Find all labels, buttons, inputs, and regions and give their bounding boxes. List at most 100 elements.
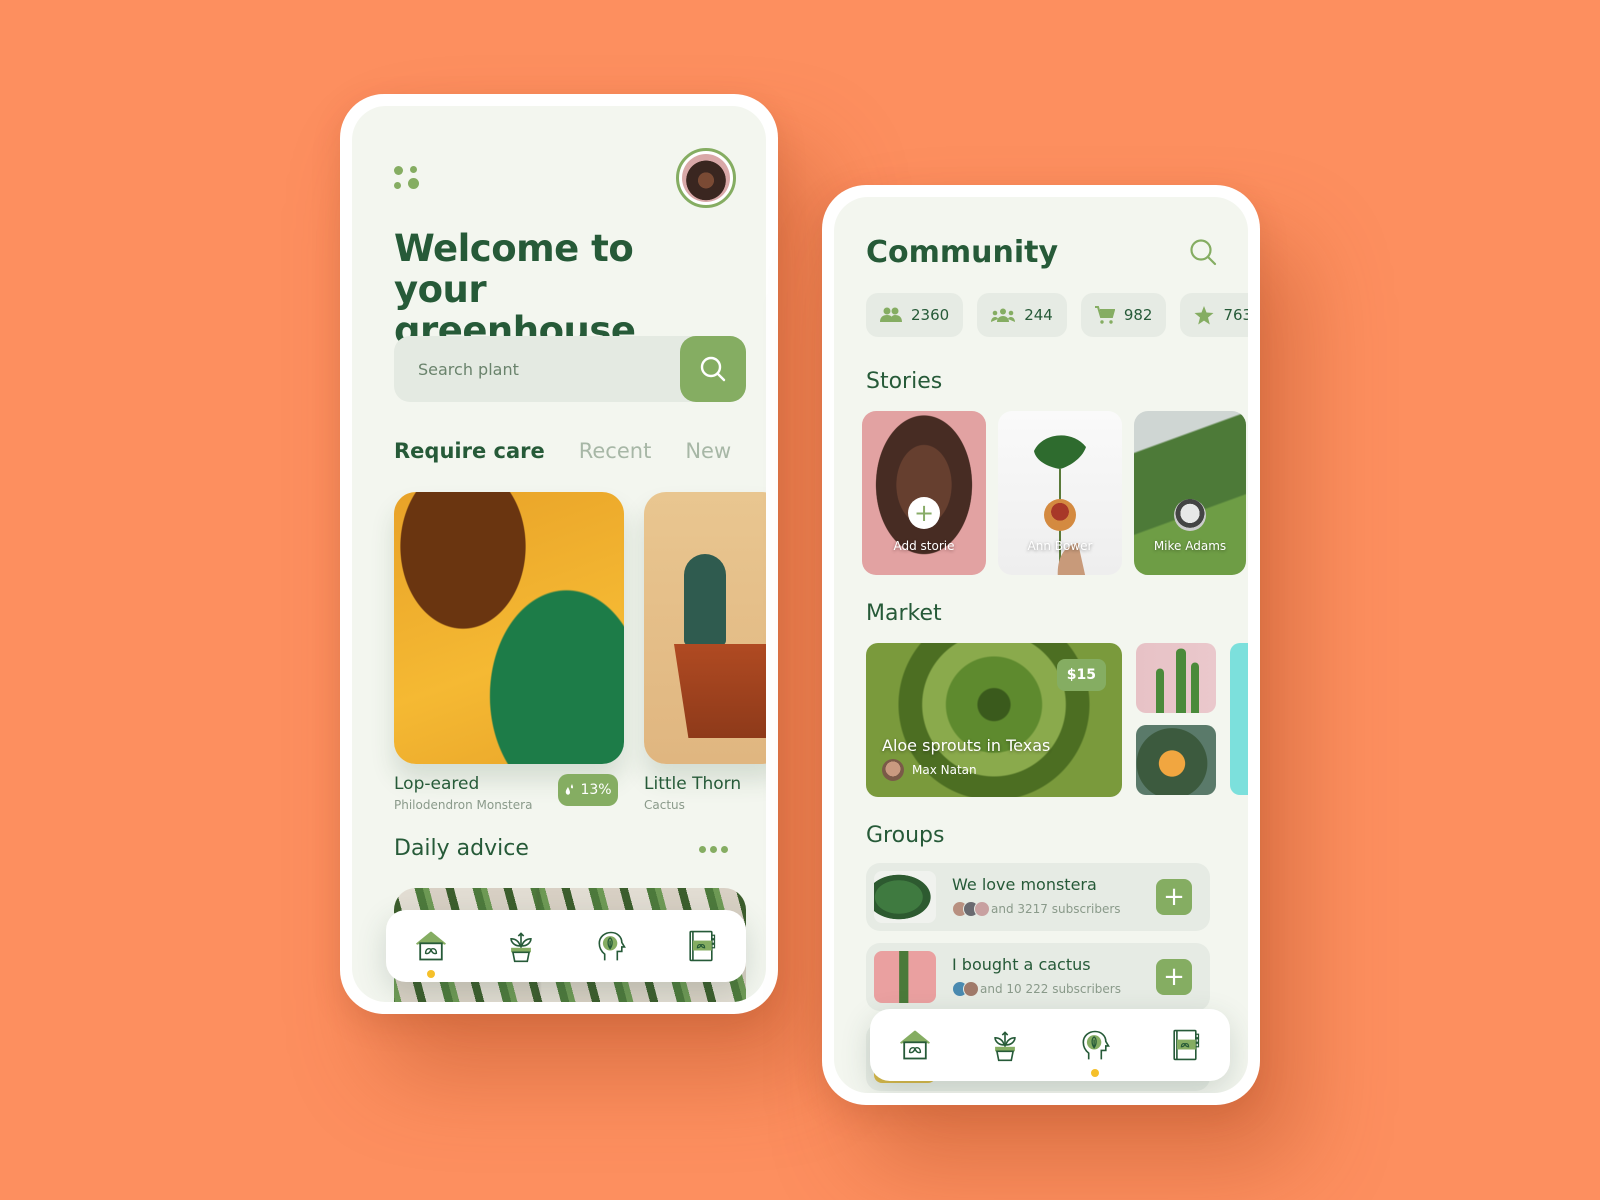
story-ann-bower[interactable]: Ann Bower [998, 411, 1122, 575]
greenhouse-icon [413, 928, 449, 964]
stories-row: + Add storie Ann Bower Mike Adams [862, 411, 1246, 575]
nav-plants[interactable] [499, 924, 543, 968]
bottom-nav [870, 1009, 1230, 1081]
bottom-nav [386, 910, 746, 982]
nav-community[interactable] [1073, 1023, 1117, 1077]
market-item-more[interactable] [1230, 643, 1248, 795]
community-phone: Community 2360 244 982 763 Stories + Add… [822, 185, 1260, 1105]
active-indicator [427, 970, 435, 978]
plant-journal-icon [683, 928, 719, 964]
story-avatar [1044, 499, 1076, 531]
stat-favorites[interactable]: 763 [1180, 293, 1248, 337]
nav-plants[interactable] [983, 1023, 1027, 1067]
nav-home[interactable] [409, 924, 453, 978]
group-name: I bought a cactus [952, 955, 1091, 974]
page-title: Welcome to your greenhouse [394, 227, 636, 352]
group-thumbnail [874, 951, 936, 1003]
plant-species: Cactus [644, 798, 685, 812]
plant-card-lop-eared[interactable] [394, 492, 624, 764]
search-bar [394, 336, 746, 402]
head-leaf-icon [1077, 1027, 1113, 1063]
search-icon [1190, 239, 1217, 266]
potted-plant-icon [987, 1027, 1023, 1063]
market-seller: Max Natan [882, 759, 977, 781]
stat-value: 763 [1223, 306, 1248, 324]
community-screen: Community 2360 244 982 763 Stories + Add… [834, 197, 1248, 1093]
nav-home[interactable] [893, 1023, 937, 1067]
star-icon [1194, 305, 1214, 324]
groups-heading: Groups [866, 823, 945, 848]
greenhouse-icon [897, 1027, 933, 1063]
market-heading: Market [866, 601, 942, 626]
stat-groups[interactable]: 244 [977, 293, 1067, 337]
tab-require-care[interactable]: Require care [394, 439, 545, 463]
price-badge: $15 [1056, 659, 1106, 691]
home-phone: Welcome to your greenhouse Require care … [340, 94, 778, 1014]
group-name: We love monstera [952, 875, 1097, 894]
nav-journal[interactable] [1163, 1023, 1207, 1067]
group-thumbnail [874, 871, 936, 923]
page-title: Community [866, 235, 1059, 270]
stat-value: 982 [1123, 306, 1153, 324]
join-group-button[interactable]: + [1156, 879, 1192, 915]
stories-heading: Stories [866, 369, 943, 394]
daily-advice-heading: Daily advice [394, 836, 529, 861]
search-input[interactable] [394, 336, 674, 402]
stat-value: 2360 [911, 306, 950, 324]
group-item[interactable]: We love monstera and 3217 subscribers + [866, 863, 1210, 931]
subscriber-avatars [952, 981, 979, 997]
stat-members[interactable]: 2360 [866, 293, 964, 337]
cart-icon [1094, 306, 1115, 324]
cactus-image [1156, 648, 1199, 713]
active-indicator [1091, 1069, 1099, 1077]
cactus-image [684, 554, 726, 646]
stat-market[interactable]: 982 [1080, 293, 1167, 337]
market-item-title: Aloe sprouts in Texas [882, 736, 1051, 755]
user-avatar[interactable] [676, 148, 736, 208]
plant-card-little-thorn[interactable] [644, 492, 766, 764]
avatar-image [682, 154, 730, 202]
story-mike-adams[interactable]: Mike Adams [1134, 411, 1246, 575]
home-screen: Welcome to your greenhouse Require care … [352, 106, 766, 1002]
community-stats: 2360 244 982 763 [866, 293, 1248, 337]
group-subscribers: and 3217 subscribers [952, 901, 1121, 917]
nav-community[interactable] [589, 924, 633, 968]
water-level-badge: 13% [558, 774, 618, 806]
plant-species: Philodendron Monstera [394, 798, 533, 812]
group-subscribers: and 10 222 subscribers [952, 981, 1121, 997]
market-item-flower[interactable] [1136, 725, 1216, 795]
water-drop-icon [566, 784, 574, 795]
subscriber-count: and 3217 subscribers [991, 902, 1121, 916]
story-label: Mike Adams [1153, 539, 1227, 553]
search-icon [700, 356, 726, 382]
more-options-icon[interactable] [699, 846, 728, 853]
plant-tabs: Require care Recent New [394, 439, 731, 463]
nav-journal[interactable] [679, 924, 723, 968]
group-icon [991, 308, 1016, 322]
users-icon [880, 307, 902, 322]
seller-name: Max Natan [912, 763, 977, 777]
water-level-value: 13% [580, 782, 612, 798]
market-item-cactus[interactable] [1136, 643, 1216, 713]
search-button[interactable] [1188, 237, 1218, 271]
tab-recent[interactable]: Recent [579, 439, 652, 463]
subscriber-count: and 10 222 subscribers [980, 982, 1121, 996]
plant-name: Lop-eared [394, 774, 480, 794]
story-label: Ann Bower [1027, 539, 1093, 553]
pot-image [674, 644, 766, 738]
story-label: Add storie [893, 539, 955, 553]
tab-new[interactable]: New [685, 439, 731, 463]
market-item-main[interactable]: $15 Aloe sprouts in Texas Max Natan [866, 643, 1122, 797]
story-avatar [1174, 499, 1206, 531]
join-group-button[interactable]: + [1156, 959, 1192, 995]
seller-avatar [882, 759, 904, 781]
search-button[interactable] [680, 336, 746, 402]
stat-value: 244 [1024, 306, 1053, 324]
group-item[interactable]: I bought a cactus and 10 222 subscribers… [866, 943, 1210, 1011]
subscriber-avatars [952, 901, 990, 917]
story-add[interactable]: + Add storie [862, 411, 986, 575]
plant-name: Little Thorn [644, 774, 742, 794]
plus-icon: + [908, 497, 940, 529]
plant-journal-icon [1167, 1027, 1203, 1063]
dots-menu-icon[interactable] [394, 166, 424, 192]
